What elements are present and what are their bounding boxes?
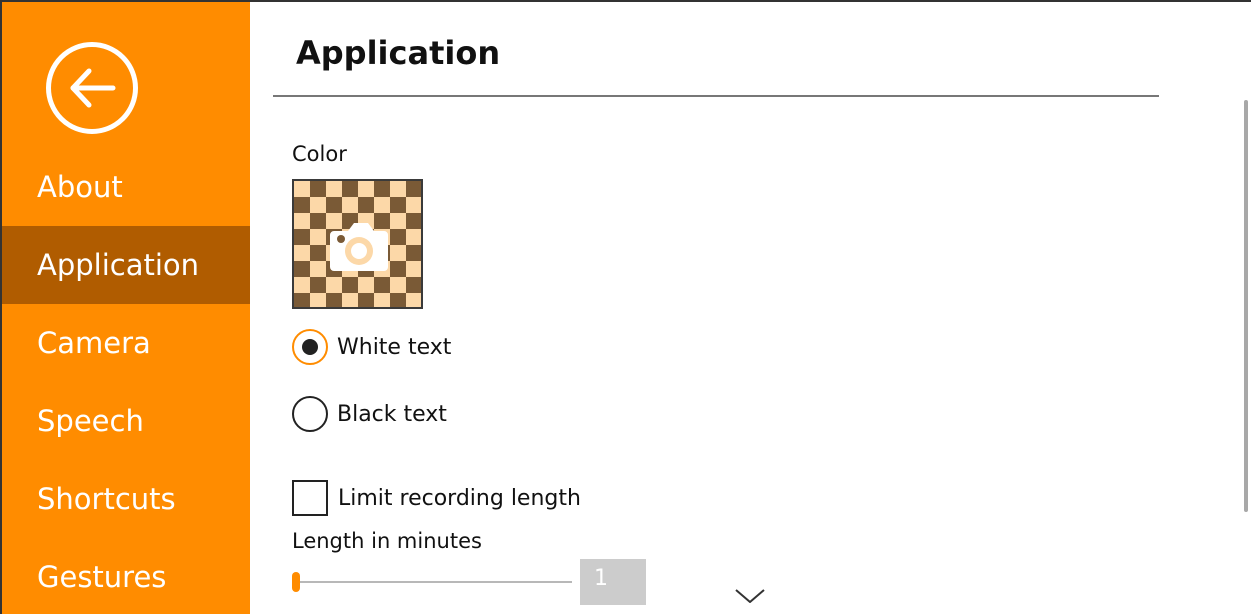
header-divider [273,95,1159,97]
sidebar-item-label: Speech [37,404,144,438]
limit-recording-checkbox[interactable] [292,480,328,516]
limit-recording-option[interactable]: Limit recording length [292,480,581,516]
black-text-radio[interactable] [292,396,328,432]
back-button[interactable] [46,42,138,134]
sidebar-item-application[interactable]: Application [2,226,250,304]
sidebar-item-label: Gestures [37,560,167,594]
slider-track [294,581,572,583]
black-text-option[interactable]: Black text [292,396,447,432]
camera-icon [330,223,388,271]
limit-recording-label: Limit recording length [338,485,581,511]
length-label: Length in minutes [292,529,482,553]
chevron-down-icon[interactable] [733,586,767,606]
length-value-box[interactable]: 1 [580,559,646,605]
sidebar: About Application Camera Speech Shortcut… [2,2,250,614]
back-arrow-icon [70,68,116,108]
white-text-radio[interactable] [292,329,328,365]
color-label: Color [292,142,347,166]
sidebar-item-speech[interactable]: Speech [2,382,250,460]
sidebar-item-camera[interactable]: Camera [2,304,250,382]
sidebar-item-label: About [37,170,123,204]
sidebar-item-shortcuts[interactable]: Shortcuts [2,460,250,538]
sidebar-item-about[interactable]: About [2,148,250,226]
white-text-option[interactable]: White text [292,329,451,365]
color-swatch-button[interactable] [292,179,423,309]
white-text-label: White text [337,334,452,360]
sidebar-item-label: Shortcuts [37,482,176,516]
radio-selected-dot [302,339,318,355]
vertical-scrollbar[interactable] [1244,100,1248,512]
slider-thumb[interactable] [292,572,300,592]
page-title: Application [296,34,501,72]
sidebar-item-label: Application [37,248,200,282]
sidebar-item-label: Camera [37,326,151,360]
length-slider[interactable] [290,570,574,594]
sidebar-item-gestures[interactable]: Gestures [2,538,250,614]
black-text-label: Black text [337,401,447,427]
